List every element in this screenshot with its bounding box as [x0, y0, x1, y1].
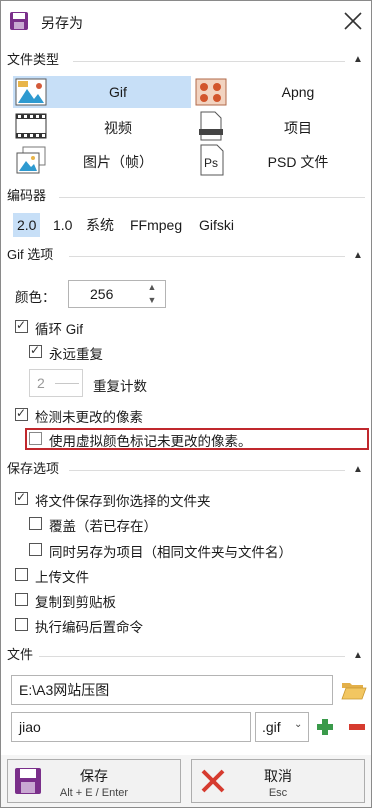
encoder-heading: 编码器	[7, 188, 47, 203]
extension-value: .gif	[262, 719, 281, 735]
window-title: 另存为	[41, 15, 83, 31]
file-type-project[interactable]: 项目	[193, 110, 365, 142]
cancel-button[interactable]: 取消 Esc	[191, 759, 365, 803]
file-type-project-label: 项目	[284, 120, 312, 136]
apng-image-icon	[195, 78, 227, 106]
overwrite-checkbox[interactable]	[29, 517, 42, 530]
copy-clipboard-label: 复制到剪贴板	[35, 595, 116, 610]
loop-gif-checkbox[interactable]	[15, 318, 28, 333]
chroma-key-label: 使用虚拟颜色标记未更改的像素。	[49, 434, 252, 449]
chroma-key-checkbox[interactable]	[29, 432, 42, 445]
file-type-image-frames-label: 图片（帧）	[83, 154, 153, 170]
repeat-count-value: 2	[37, 375, 45, 391]
minus-icon[interactable]	[348, 724, 366, 730]
file-type-video-label: 视频	[104, 120, 132, 136]
filename-value: jiao	[19, 719, 41, 735]
copy-clipboard-checkbox[interactable]	[15, 593, 28, 606]
file-type-psd-label: PSD 文件	[267, 154, 329, 170]
encoder-tab-2-0[interactable]: 2.0	[13, 213, 41, 237]
cancel-button-label: 取消	[264, 768, 292, 784]
save-as-project-label: 同时另存为项目（相同文件夹与文件名）	[49, 545, 292, 560]
divider	[55, 383, 79, 384]
save-to-folder-label: 将文件保存到你选择的文件夹	[35, 494, 211, 509]
repeat-forever-label: 永远重复	[49, 347, 103, 362]
file-heading: 文件	[7, 647, 34, 662]
post-command-label: 执行编码后置命令	[35, 620, 143, 635]
gif-image-icon	[15, 78, 47, 106]
detect-unchanged-label: 检测未更改的像素	[35, 410, 143, 425]
divider	[73, 61, 345, 62]
file-type-image-frames[interactable]: 图片（帧）	[13, 144, 191, 176]
encoder-tab-1-0[interactable]: 1.0	[49, 213, 76, 237]
save-options-heading: 保存选项	[7, 461, 60, 476]
title-bar: 另存为	[1, 1, 371, 41]
file-type-apng[interactable]: Apng	[193, 76, 365, 108]
repeat-forever-checkbox[interactable]	[29, 343, 42, 358]
file-type-psd[interactable]: Ps PSD 文件	[193, 144, 365, 176]
save-shortcut: Alt + E / Enter	[59, 787, 129, 799]
encoder-tab-ffmpeg[interactable]: FFmpeg	[126, 213, 186, 237]
plus-icon[interactable]	[316, 718, 334, 736]
file-type-gif-label: Gif	[109, 84, 127, 100]
open-folder-icon[interactable]	[341, 679, 367, 701]
upload-label: 上传文件	[35, 570, 89, 585]
floppy-disk-icon	[10, 12, 28, 30]
encoder-tab-gifski[interactable]: Gifski	[195, 213, 238, 237]
folder-path-value: E:\A3网站压图	[19, 682, 110, 698]
save-button[interactable]: 保存 Alt + E / Enter	[7, 759, 181, 803]
save-as-window: 另存为 文件类型 ▲ Gif Apng 视频 项目 图片（帧） Ps PSD 文…	[0, 0, 372, 808]
psd-icon: Ps	[200, 144, 224, 176]
collapse-up-icon[interactable]: ▲	[351, 649, 365, 663]
divider	[69, 256, 345, 257]
folder-path-input[interactable]: E:\A3网站压图	[11, 675, 333, 705]
collapse-up-icon[interactable]: ▲	[351, 249, 365, 263]
file-type-gif[interactable]: Gif	[13, 76, 191, 108]
stepper-down-icon[interactable]: ▼	[145, 295, 159, 305]
image-frames-icon	[16, 146, 46, 174]
chevron-down-icon: ⌄	[294, 719, 303, 730]
post-command-checkbox[interactable]	[15, 618, 28, 631]
project-file-icon	[199, 111, 223, 141]
colors-value: 256	[90, 286, 114, 302]
collapse-up-icon[interactable]: ▲	[351, 53, 365, 67]
file-type-apng-label: Apng	[281, 84, 315, 100]
detect-unchanged-checkbox[interactable]	[15, 406, 28, 421]
file-type-heading: 文件类型	[7, 52, 60, 67]
encoder-tab-system[interactable]: 系统	[82, 213, 118, 237]
cancel-shortcut: Esc	[268, 787, 288, 799]
stepper-up-icon[interactable]: ▲	[145, 282, 159, 292]
upload-checkbox[interactable]	[15, 568, 28, 581]
loop-gif-label: 循环 Gif	[35, 322, 84, 337]
colors-label: 颜色：	[15, 290, 56, 305]
save-button-label: 保存	[80, 768, 108, 784]
gif-options-heading: Gif 选项	[7, 247, 54, 262]
repeat-count-label: 重复计数	[93, 379, 147, 394]
svg-text:Ps: Ps	[204, 156, 218, 170]
divider	[59, 197, 365, 198]
overwrite-label: 覆盖（若已存在）	[49, 519, 157, 534]
collapse-up-icon[interactable]: ▲	[351, 463, 365, 477]
save-to-folder-checkbox[interactable]	[15, 490, 28, 505]
file-type-video[interactable]: 视频	[13, 110, 191, 142]
close-icon[interactable]	[341, 9, 365, 33]
video-film-icon	[15, 113, 47, 139]
divider	[39, 656, 345, 657]
divider	[69, 470, 345, 471]
save-as-project-checkbox[interactable]	[29, 543, 42, 556]
filename-input[interactable]: jiao	[11, 712, 251, 742]
extension-select[interactable]: .gif ⌄	[255, 712, 309, 742]
